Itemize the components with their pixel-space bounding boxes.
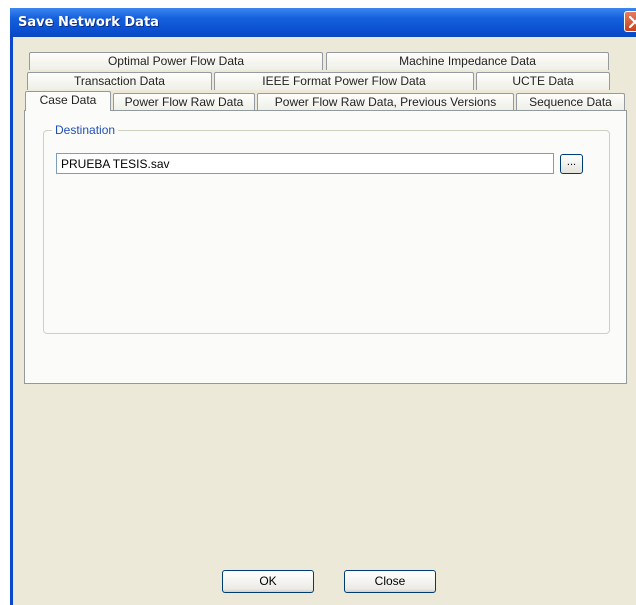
destination-group: Destination ... bbox=[43, 123, 610, 334]
tab-ieee-format-power-flow-data[interactable]: IEEE Format Power Flow Data bbox=[214, 72, 474, 90]
close-x-icon bbox=[629, 16, 636, 28]
tab-power-flow-raw-data[interactable]: Power Flow Raw Data bbox=[113, 93, 255, 111]
tab-ucte-data[interactable]: UCTE Data bbox=[476, 72, 610, 90]
tab-machine-impedance-data[interactable]: Machine Impedance Data bbox=[326, 52, 609, 70]
window-title: Save Network Data bbox=[18, 15, 159, 30]
tab-optimal-power-flow-data[interactable]: Optimal Power Flow Data bbox=[29, 52, 323, 70]
title-bar[interactable]: Save Network Data bbox=[10, 8, 636, 37]
close-window-button[interactable] bbox=[624, 11, 636, 32]
save-network-data-dialog: Save Network Data Optimal Power Flow Dat… bbox=[0, 0, 636, 605]
close-button[interactable]: Close bbox=[344, 570, 436, 593]
ok-button[interactable]: OK bbox=[222, 570, 314, 593]
tab-transaction-data[interactable]: Transaction Data bbox=[27, 72, 212, 90]
case-data-panel: Destination ... bbox=[24, 110, 627, 384]
destination-label: Destination bbox=[52, 123, 119, 137]
window-border bbox=[10, 37, 13, 605]
tab-power-flow-raw-data-previous-versions[interactable]: Power Flow Raw Data, Previous Versions bbox=[257, 93, 514, 111]
tab-case-data[interactable]: Case Data bbox=[25, 91, 111, 111]
destination-path-field[interactable] bbox=[56, 153, 554, 174]
browse-button[interactable]: ... bbox=[560, 154, 583, 174]
tab-sequence-data[interactable]: Sequence Data bbox=[516, 93, 625, 111]
